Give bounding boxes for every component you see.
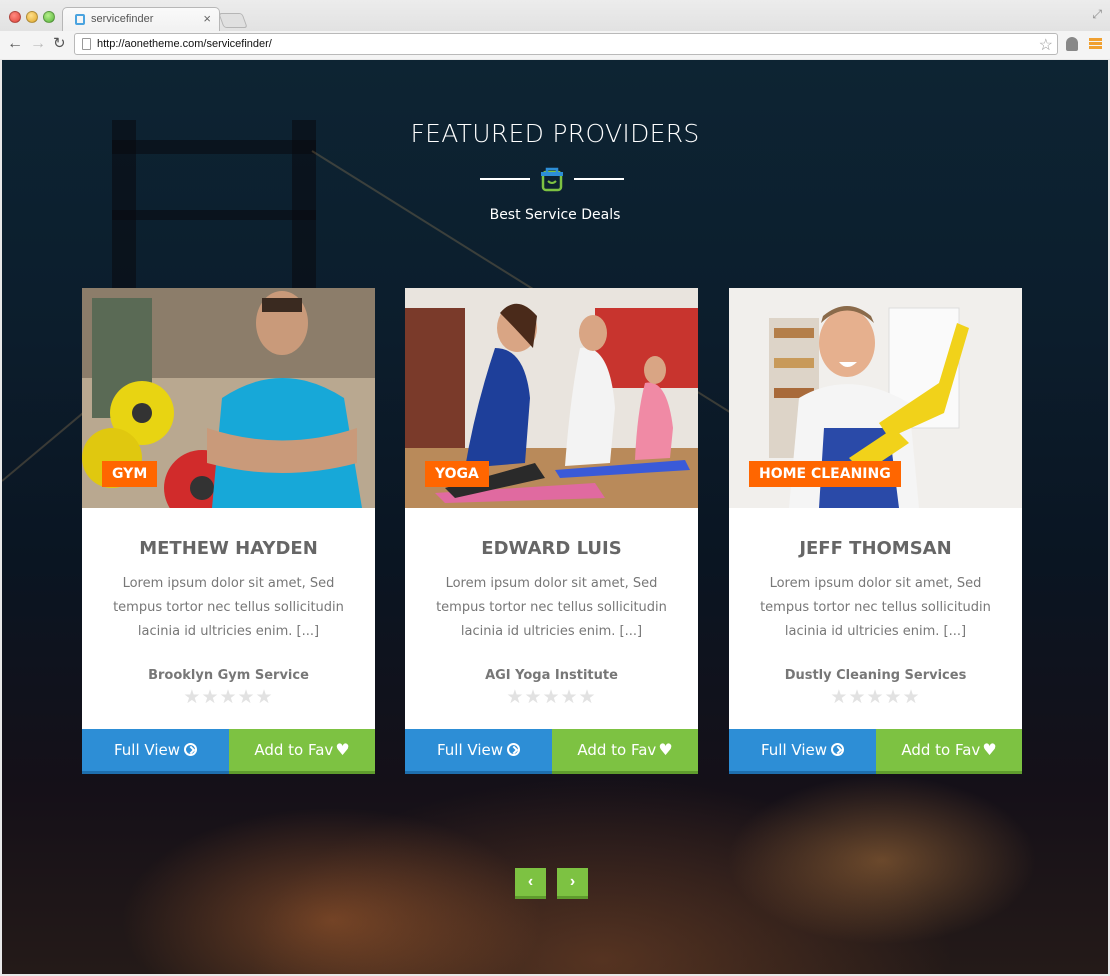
favicon-icon — [75, 14, 85, 25]
browser-menu-icon[interactable] — [1089, 38, 1102, 49]
close-tab-icon[interactable]: × — [203, 11, 211, 26]
arrow-circle-right-icon — [184, 743, 197, 756]
heart-icon: ♥ — [658, 740, 673, 759]
provider-name[interactable]: EDWARD LUIS — [405, 538, 698, 559]
provider-card: GYM METHEW HAYDEN Lorem ipsum dolor sit … — [82, 288, 375, 774]
add-to-fav-button[interactable]: Add to Fav ♥ — [876, 729, 1022, 774]
extension-icon[interactable] — [1066, 37, 1078, 51]
section-subtitle: Best Service Deals — [489, 207, 621, 223]
close-window-button[interactable] — [9, 11, 21, 23]
provider-company: AGI Yoga Institute — [485, 668, 618, 683]
provider-photo[interactable]: HOME CLEANING — [729, 288, 1022, 508]
window-controls — [9, 11, 55, 23]
zoom-window-button[interactable] — [43, 11, 55, 23]
provider-photo[interactable]: GYM — [82, 288, 375, 508]
carousel-next-button[interactable]: › — [557, 868, 588, 899]
provider-name[interactable]: JEFF THOMSAN — [729, 538, 1022, 559]
arrow-circle-right-icon — [831, 743, 844, 756]
title-divider-right — [574, 178, 624, 180]
provider-card: HOME CLEANING JEFF THOMSAN Lorem ipsum d… — [729, 288, 1022, 774]
provider-company: Dustly Cleaning Services — [784, 668, 967, 683]
provider-card: YOGA EDWARD LUIS Lorem ipsum dolor sit a… — [405, 288, 698, 774]
heart-icon: ♥ — [335, 740, 350, 759]
browser-tab[interactable]: servicefinder × — [62, 7, 220, 31]
rating-stars[interactable]: ★★★★★ — [405, 686, 698, 709]
full-view-label: Full View — [436, 741, 503, 759]
page-icon — [82, 38, 91, 50]
add-to-fav-button[interactable]: Add to Fav ♥ — [229, 729, 375, 774]
minimize-window-button[interactable] — [26, 11, 38, 23]
forward-arrow-icon[interactable]: → — [30, 35, 46, 53]
add-to-fav-label: Add to Fav — [901, 741, 981, 759]
provider-description: Lorem ipsum dolor sit amet, Sed tempus t… — [760, 576, 991, 639]
full-view-label: Full View — [760, 741, 827, 759]
back-arrow-icon[interactable]: ← — [7, 35, 23, 53]
featured-providers-section: FEATURED PROVIDERS Best Service Deals GY… — [2, 60, 1108, 974]
full-view-button[interactable]: Full View — [82, 729, 229, 774]
browser-chrome: servicefinder × ⤢ ← → ↻ ☆ — [0, 0, 1110, 59]
provider-name[interactable]: METHEW HAYDEN — [82, 538, 375, 559]
heart-icon: ♥ — [982, 740, 997, 759]
section-title: FEATURED PROVIDERS — [410, 119, 700, 148]
category-tag[interactable]: HOME CLEANING — [749, 461, 901, 487]
fullscreen-icon[interactable]: ⤢ — [1092, 7, 1102, 22]
provider-company: Brooklyn Gym Service — [148, 668, 309, 683]
new-tab-button[interactable] — [218, 13, 248, 28]
title-divider-left — [480, 178, 530, 180]
provider-description: Lorem ipsum dolor sit amet, Sed tempus t… — [113, 576, 344, 639]
provider-description: Lorem ipsum dolor sit amet, Sed tempus t… — [436, 576, 667, 639]
full-view-label: Full View — [113, 741, 180, 759]
browser-toolbar: ← → ↻ ☆ — [0, 31, 1110, 59]
category-tag[interactable]: GYM — [102, 461, 158, 487]
rating-stars[interactable]: ★★★★★ — [729, 686, 1022, 709]
add-to-fav-label: Add to Fav — [577, 741, 657, 759]
bookmark-star-icon[interactable]: ☆ — [1039, 35, 1053, 55]
reload-icon[interactable]: ↻ — [53, 35, 66, 53]
rating-stars[interactable]: ★★★★★ — [82, 686, 375, 709]
full-view-button[interactable]: Full View — [729, 729, 876, 774]
address-bar[interactable]: ☆ — [74, 33, 1058, 55]
provider-photo[interactable]: YOGA — [405, 288, 698, 508]
full-view-button[interactable]: Full View — [405, 729, 552, 774]
add-to-fav-label: Add to Fav — [254, 741, 334, 759]
arrow-circle-right-icon — [507, 743, 520, 756]
add-to-fav-button[interactable]: Add to Fav ♥ — [552, 729, 698, 774]
carousel-prev-button[interactable]: ‹ — [515, 868, 546, 899]
url-input[interactable] — [97, 38, 997, 50]
basket-icon — [541, 167, 563, 192]
tab-title: servicefinder — [91, 13, 154, 25]
category-tag[interactable]: YOGA — [425, 461, 489, 487]
